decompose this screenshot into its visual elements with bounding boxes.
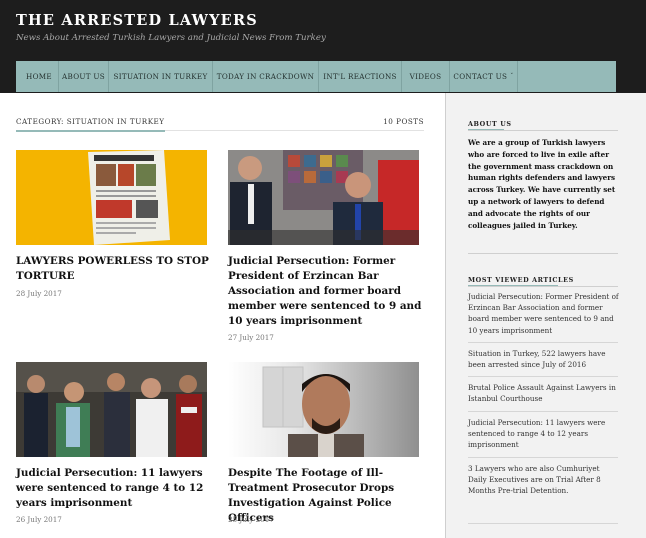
divider — [468, 286, 618, 287]
post-thumbnail[interactable] — [228, 362, 419, 457]
post-date: 27 July 2017 — [228, 333, 274, 342]
divider — [468, 253, 618, 254]
divider — [468, 523, 618, 524]
post-date: 28 July 2017 — [16, 289, 62, 298]
archive-header: CATEGORY: SITUATION IN TURKEY 10 POSTS — [16, 117, 424, 132]
sidebar: ABOUT US We are a group of Turkish lawye… — [445, 93, 646, 538]
nav-item-situation-in-turkey[interactable]: SITUATION IN TURKEY — [109, 61, 213, 92]
post-thumbnail[interactable] — [16, 362, 207, 457]
about-text: We are a group of Turkish lawyers who ar… — [468, 138, 616, 230]
most-viewed-widget-title: MOST VIEWED ARTICLES — [468, 276, 574, 284]
nav-item-label: HOME — [26, 72, 52, 81]
post-thumbnail[interactable] — [16, 150, 207, 245]
most-viewed-item[interactable]: Judicial Persecution: 11 lawyers were se… — [468, 417, 620, 451]
courthouse-assault-image — [16, 362, 207, 457]
nav-item-today-in-crackdown[interactable]: TODAY IN CRACKDOWN — [213, 61, 319, 92]
post-title[interactable]: Judicial Persecution: Former President o… — [228, 254, 423, 329]
nav-item-label: SITUATION IN TURKEY — [113, 72, 208, 81]
most-viewed-item[interactable]: Situation in Turkey, 522 lawyers have be… — [468, 348, 620, 370]
site-tagline: News About Arrested Turkish Lawyers and … — [16, 33, 326, 43]
nav-item-videos[interactable]: VIDEOS — [402, 61, 450, 92]
nav-item-label: VIDEOS — [409, 72, 442, 81]
portrait-image — [228, 362, 419, 457]
most-viewed-item[interactable]: Judicial Persecution: Former President o… — [468, 291, 620, 336]
nav-item-about-us[interactable]: ABOUT US — [59, 61, 109, 92]
nav-item-home[interactable]: HOME — [16, 61, 59, 92]
main-content: CATEGORY: SITUATION IN TURKEY 10 POSTS L… — [0, 93, 445, 538]
press-conference-image — [228, 150, 419, 245]
nav-item-label: ABOUT US — [61, 72, 106, 81]
post-date: 26 July 2017 — [16, 515, 62, 524]
post-date: 25 July 2017 — [228, 515, 274, 524]
post-title[interactable]: LAWYERS POWERLESS TO STOP TORTURE — [16, 254, 211, 284]
chevron-down-icon: ˇ — [510, 73, 514, 80]
post-thumbnail[interactable] — [228, 150, 419, 245]
divider — [468, 411, 618, 412]
nav-item-contact-us[interactable]: CONTACT US ˇ — [450, 61, 518, 92]
site-title[interactable]: THE ARRESTED LAWYERS — [16, 12, 258, 29]
nav-item-label: CONTACT US — [453, 72, 508, 81]
category-label: CATEGORY: SITUATION IN TURKEY — [16, 117, 165, 132]
post-title[interactable]: Judicial Persecution: 11 lawyers were se… — [16, 466, 211, 511]
most-viewed-item[interactable]: 3 Lawyers who are also Cumhuriyet Daily … — [468, 463, 620, 497]
main-navigation: HOME ABOUT US SITUATION IN TURKEY TODAY … — [16, 61, 616, 92]
site-header: THE ARRESTED LAWYERS News About Arrested… — [0, 0, 646, 93]
divider — [468, 130, 618, 131]
divider — [468, 457, 618, 458]
nav-item-intl-reactions[interactable]: INT'L REACTIONS — [319, 61, 402, 92]
posts-count: 10 POSTS — [383, 117, 424, 126]
divider — [468, 376, 618, 377]
divider — [468, 342, 618, 343]
newspaper-image — [16, 150, 207, 245]
nav-item-label: INT'L REACTIONS — [323, 72, 397, 81]
nav-item-label: TODAY IN CRACKDOWN — [216, 72, 315, 81]
most-viewed-item[interactable]: Brutal Police Assault Against Lawyers in… — [468, 382, 620, 404]
about-widget-title: ABOUT US — [468, 120, 512, 128]
